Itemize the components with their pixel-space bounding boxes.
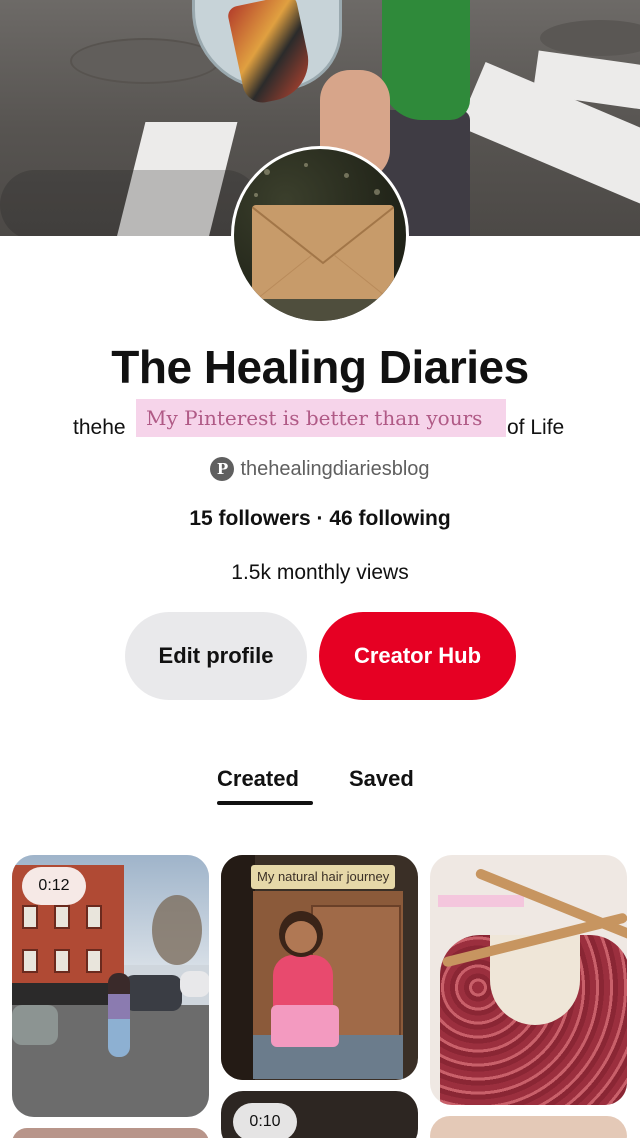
bio-text-start: thehe: [73, 416, 126, 439]
cover-manhole: [70, 38, 220, 84]
pin-image-car: [180, 971, 209, 997]
pin-image-person: [108, 973, 130, 1057]
pin-card[interactable]: My natural hair journey: [221, 855, 418, 1080]
profile-handle[interactable]: P thehealingdiariesblog: [0, 455, 640, 483]
pin-text-sticker: [438, 895, 524, 907]
video-duration-badge: 0:12: [22, 867, 86, 905]
building-window: [22, 949, 38, 973]
tab-saved[interactable]: Saved: [349, 766, 414, 792]
avatar-texture: [254, 193, 258, 197]
avatar-texture: [264, 169, 270, 175]
building-window: [86, 905, 102, 929]
creator-hub-button[interactable]: Creator Hub: [319, 612, 516, 700]
video-duration-badge: 0:10: [233, 1103, 297, 1138]
building-window: [22, 905, 38, 929]
pin-image-car: [12, 1005, 58, 1045]
envelope-icon: [252, 205, 394, 303]
cover-jacket: [382, 0, 470, 120]
tab-created[interactable]: Created: [217, 766, 299, 792]
cover-manhole: [540, 20, 640, 56]
pinterest-p-icon: P: [210, 457, 235, 481]
avatar-texture: [344, 173, 349, 178]
bio-text-end: of Life: [507, 416, 565, 439]
pin-card[interactable]: 0:10: [221, 1091, 418, 1138]
profile-tabs: Created Saved: [0, 766, 640, 806]
cover-shadow: [0, 170, 260, 236]
profile-avatar[interactable]: [231, 146, 409, 324]
avatar-texture: [374, 189, 380, 195]
pin-card[interactable]: [430, 855, 627, 1105]
pin-card[interactable]: [430, 1116, 627, 1138]
edit-profile-button[interactable]: Edit profile: [125, 612, 307, 700]
pin-card[interactable]: 0:12: [12, 855, 209, 1117]
building-window: [54, 949, 70, 973]
pin-card[interactable]: [12, 1128, 209, 1138]
profile-handle-text: thehealingdiariesblog: [240, 457, 430, 480]
pin-image-car: [124, 975, 182, 1011]
monthly-views: 1.5k monthly views: [231, 561, 409, 584]
active-tab-indicator: [217, 801, 313, 805]
pin-image-tree: [152, 895, 202, 965]
profile-name: The Healing Diaries: [111, 341, 529, 393]
pin-image-background: [221, 855, 255, 1080]
follow-stats[interactable]: 15 followers · 46 following: [0, 507, 640, 531]
text-sticker-overlay: My Pinterest is better than yours: [136, 399, 506, 437]
pin-image-child-face: [285, 921, 317, 953]
envelope-flap: [252, 206, 394, 303]
avatar-foliage: [234, 299, 406, 321]
avatar-texture: [304, 163, 308, 167]
building-window: [54, 905, 70, 929]
pin-caption: My natural hair journey: [251, 865, 396, 889]
pin-image-child-skirt: [271, 1005, 339, 1047]
building-window: [86, 949, 102, 973]
